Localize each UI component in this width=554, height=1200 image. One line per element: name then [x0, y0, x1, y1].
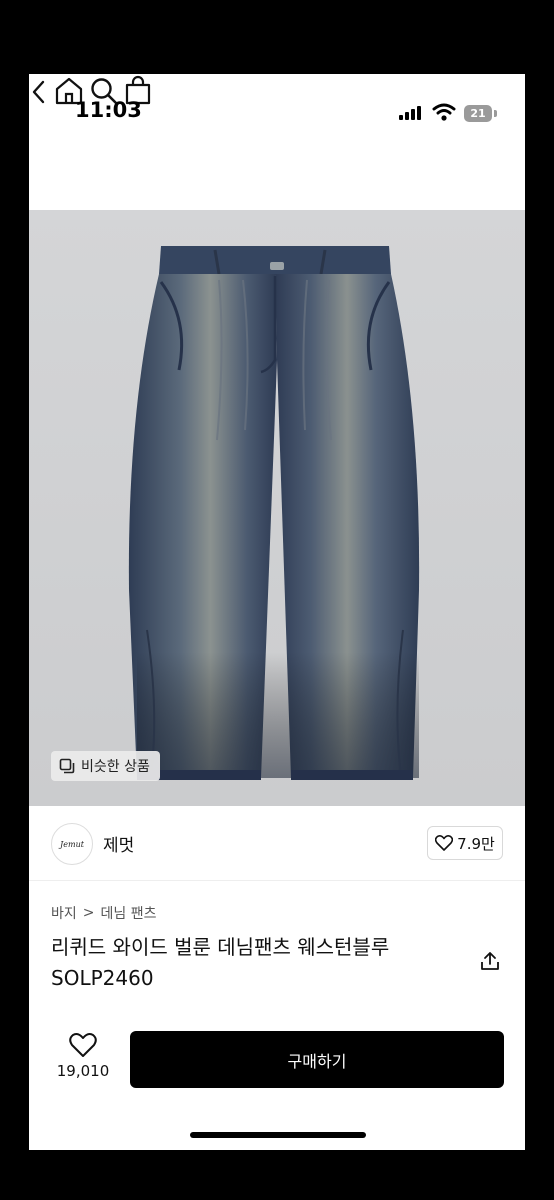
heart-icon — [435, 835, 454, 851]
breadcrumb-item-pants[interactable]: 바지 — [51, 903, 77, 923]
phone-screen: 11:03 21 비슷한 상품 Jemut 제멋 7.9만 바지 > 데님 팬츠… — [29, 74, 525, 1150]
heart-icon — [69, 1033, 97, 1057]
breadcrumb-separator: > — [82, 905, 95, 921]
status-bar: 11:03 21 — [29, 74, 525, 154]
breadcrumb: 바지 > 데님 팬츠 — [51, 903, 156, 923]
seller-row[interactable]: Jemut 제멋 7.9만 — [29, 806, 525, 881]
battery-icon: 21 — [464, 105, 492, 122]
buy-button[interactable]: 구매하기 — [130, 1031, 504, 1088]
wishlist-button[interactable]: 19,010 — [49, 1032, 117, 1080]
home-indicator[interactable] — [190, 1132, 366, 1138]
wifi-icon — [432, 103, 456, 121]
similar-icon — [59, 758, 75, 774]
seller-name[interactable]: 제멋 — [103, 831, 134, 856]
wishlist-count: 19,010 — [56, 1062, 110, 1080]
seller-logo[interactable]: Jemut — [51, 823, 93, 865]
store-like-count: 7.9만 — [457, 834, 495, 853]
similar-products-button[interactable]: 비슷한 상품 — [51, 751, 160, 781]
product-image[interactable]: 비슷한 상품 — [29, 210, 525, 806]
denim-pants-illustration — [128, 246, 420, 780]
product-title: 리퀴드 와이드 벌룬 데님팬츠 웨스턴블루 SOLP2460 — [51, 935, 390, 990]
store-like-button[interactable]: 7.9만 — [427, 826, 503, 860]
similar-label: 비슷한 상품 — [81, 759, 150, 775]
battery-nub — [494, 110, 497, 117]
status-time: 11:03 — [75, 98, 142, 122]
share-icon[interactable] — [479, 950, 501, 972]
cellular-signal-icon — [399, 106, 423, 120]
breadcrumb-item-denim[interactable]: 데님 팬츠 — [101, 903, 157, 923]
